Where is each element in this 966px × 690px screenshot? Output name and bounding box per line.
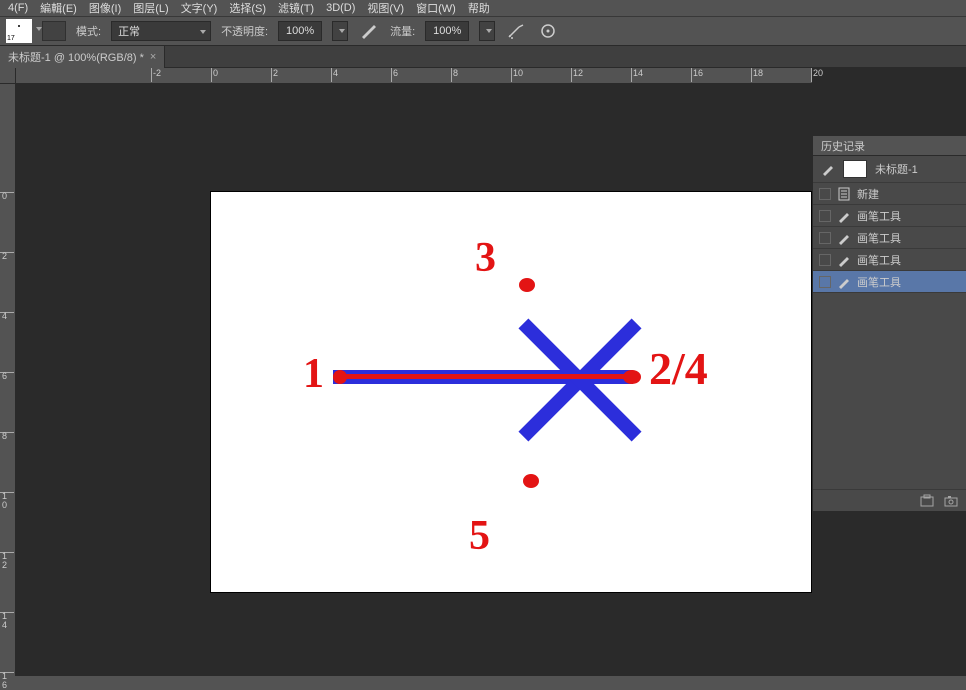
history-doc-name: 未标题-1 bbox=[875, 161, 918, 177]
ruler-v-tick: 0 bbox=[2, 192, 14, 201]
menu-filter[interactable]: 滤镜(T) bbox=[274, 0, 318, 16]
brush-icon bbox=[837, 253, 851, 267]
menu-file[interactable]: 4(F) bbox=[4, 2, 32, 14]
menu-help[interactable]: 帮助 bbox=[464, 0, 494, 16]
ruler-h-tick: 16 bbox=[693, 68, 703, 78]
ruler-v-tick: 2 bbox=[2, 252, 14, 261]
history-row-label: 画笔工具 bbox=[857, 274, 901, 290]
snapshot-brush-icon bbox=[821, 162, 835, 176]
history-row-label: 画笔工具 bbox=[857, 230, 901, 246]
options-bar: 17 模式: 正常 不透明度: 100% 流量: 100% bbox=[0, 16, 966, 46]
opacity-dropdown[interactable] bbox=[332, 21, 348, 41]
history-panel: 历史记录 未标题-1 新建画笔工具画笔工具画笔工具画笔工具 bbox=[812, 136, 966, 511]
ruler-h-tick: 14 bbox=[633, 68, 643, 78]
ruler-vertical[interactable]: 024681 01 21 41 6 bbox=[0, 84, 16, 676]
menu-view[interactable]: 视图(V) bbox=[363, 0, 408, 16]
ruler-v-tick: 6 bbox=[2, 372, 14, 381]
brush-icon bbox=[837, 231, 851, 245]
create-snapshot-icon[interactable] bbox=[920, 494, 934, 508]
red-dot-bottom bbox=[523, 474, 539, 488]
history-state-toggle[interactable] bbox=[819, 232, 831, 244]
history-panel-tab[interactable]: 历史记录 bbox=[813, 136, 966, 156]
history-snapshot-row[interactable]: 未标题-1 bbox=[813, 156, 966, 183]
history-thumbnail bbox=[843, 160, 867, 178]
document-icon bbox=[837, 187, 851, 201]
brush-panel-button[interactable] bbox=[42, 21, 66, 41]
history-row-label: 画笔工具 bbox=[857, 252, 901, 268]
ruler-horizontal[interactable]: -202468101214161820 bbox=[16, 68, 812, 84]
history-panel-footer bbox=[813, 489, 966, 511]
camera-icon[interactable] bbox=[944, 494, 958, 508]
menu-edit[interactable]: 編輯(E) bbox=[36, 0, 81, 16]
workspace: -202468101214161820 024681 01 21 41 6 1 … bbox=[0, 68, 966, 676]
flow-label: 流量: bbox=[390, 23, 415, 39]
history-row[interactable]: 新建 bbox=[813, 183, 966, 205]
opacity-input[interactable]: 100% bbox=[278, 21, 322, 41]
red-line bbox=[339, 374, 637, 379]
history-row[interactable]: 画笔工具 bbox=[813, 249, 966, 271]
brush-icon bbox=[837, 209, 851, 223]
ruler-h-tick: 10 bbox=[513, 68, 523, 78]
menu-window[interactable]: 窗口(W) bbox=[412, 0, 460, 16]
menubar: 4(F) 編輯(E) 图像(I) 图层(L) 文字(Y) 选择(S) 滤镜(T)… bbox=[0, 0, 966, 16]
label-1: 1 bbox=[303, 350, 324, 398]
ruler-h-tick: 6 bbox=[393, 68, 398, 78]
label-2-4: 2/4 bbox=[649, 342, 708, 395]
document-tab-title: 未标题-1 @ 100%(RGB/8) * bbox=[8, 49, 144, 65]
menu-3d[interactable]: 3D(D) bbox=[322, 2, 359, 14]
flow-input[interactable]: 100% bbox=[425, 21, 469, 41]
ruler-v-tick: 1 6 bbox=[2, 672, 14, 690]
history-row[interactable]: 画笔工具 bbox=[813, 271, 966, 293]
ruler-origin[interactable] bbox=[0, 68, 16, 84]
canvas-viewport[interactable]: 1 3 2/4 5 bbox=[16, 84, 812, 676]
ruler-h-tick: 12 bbox=[573, 68, 583, 78]
close-icon[interactable]: × bbox=[150, 51, 156, 63]
canvas[interactable]: 1 3 2/4 5 bbox=[211, 192, 811, 592]
document-tab[interactable]: 未标题-1 @ 100%(RGB/8) * × bbox=[0, 46, 165, 68]
ruler-h-tick: 0 bbox=[213, 68, 218, 78]
history-row-label: 画笔工具 bbox=[857, 208, 901, 224]
ruler-h-tick: 4 bbox=[333, 68, 338, 78]
ruler-h-tick: 8 bbox=[453, 68, 458, 78]
history-state-toggle[interactable] bbox=[819, 210, 831, 222]
airbrush-icon[interactable] bbox=[505, 21, 527, 41]
ruler-h-tick: -2 bbox=[153, 68, 161, 78]
history-row-label: 新建 bbox=[857, 186, 879, 202]
menu-select[interactable]: 选择(S) bbox=[225, 0, 270, 16]
history-row[interactable]: 画笔工具 bbox=[813, 205, 966, 227]
opacity-label: 不透明度: bbox=[221, 23, 268, 39]
menu-image[interactable]: 图像(I) bbox=[85, 0, 125, 16]
tablet-pressure-opacity-icon[interactable] bbox=[358, 21, 380, 41]
red-dot-top bbox=[519, 278, 535, 292]
ruler-v-tick: 1 4 bbox=[2, 612, 14, 630]
history-state-toggle[interactable] bbox=[819, 188, 831, 200]
mode-label: 模式: bbox=[76, 23, 101, 39]
brush-preset-button[interactable]: 17 bbox=[6, 19, 32, 43]
document-tabbar: 未标题-1 @ 100%(RGB/8) * × bbox=[0, 46, 966, 68]
history-state-toggle[interactable] bbox=[819, 254, 831, 266]
mode-select[interactable]: 正常 bbox=[111, 21, 211, 41]
ruler-v-tick: 8 bbox=[2, 432, 14, 441]
red-dot-start bbox=[333, 370, 347, 384]
ruler-h-tick: 20 bbox=[813, 68, 823, 78]
menu-type[interactable]: 文字(Y) bbox=[177, 0, 222, 16]
label-3: 3 bbox=[475, 234, 496, 282]
brush-icon bbox=[837, 275, 851, 289]
ruler-h-tick: 2 bbox=[273, 68, 278, 78]
flow-dropdown[interactable] bbox=[479, 21, 495, 41]
ruler-h-tick: 18 bbox=[753, 68, 763, 78]
ruler-v-tick: 1 2 bbox=[2, 552, 14, 570]
menu-layer[interactable]: 图层(L) bbox=[129, 0, 172, 16]
label-5: 5 bbox=[469, 512, 490, 560]
red-dot-apex bbox=[623, 370, 641, 384]
tablet-pressure-size-icon[interactable] bbox=[537, 21, 559, 41]
ruler-v-tick: 4 bbox=[2, 312, 14, 321]
history-row[interactable]: 画笔工具 bbox=[813, 227, 966, 249]
ruler-v-tick: 1 0 bbox=[2, 492, 14, 510]
history-state-toggle[interactable] bbox=[819, 276, 831, 288]
